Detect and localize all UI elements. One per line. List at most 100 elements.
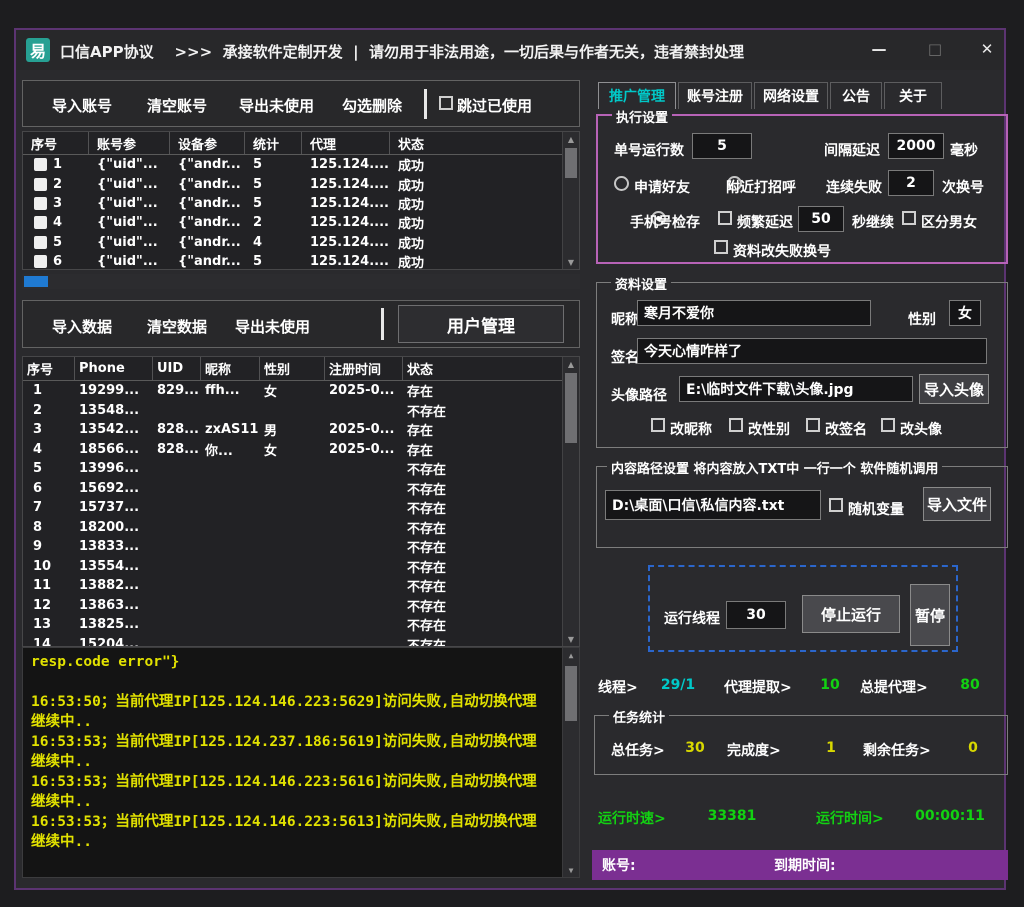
scroll-up-icon[interactable]: ▲ <box>563 132 579 146</box>
tab-notice[interactable]: 公告 <box>830 82 882 109</box>
table-row[interactable]: 9 13833... 不存在 <box>23 537 563 557</box>
interval-input[interactable]: 2000 <box>888 133 944 159</box>
license-expire-label: 到期时间: <box>774 855 836 875</box>
scroll-thumb[interactable] <box>565 148 577 178</box>
table-row[interactable]: 6 15692... 不存在 <box>23 479 563 499</box>
tab-promotion[interactable]: 推广管理 <box>598 82 676 109</box>
profile-fail-checkbox[interactable] <box>714 240 728 254</box>
fail-input[interactable]: 2 <box>888 170 934 196</box>
scroll-up-icon[interactable]: ▲ <box>563 648 579 662</box>
content-path-group: 内容路径设置 将内容放入TXT中 一行一个 软件随机调用 D:\桌面\口信\私信… <box>596 466 1008 548</box>
user-management-button[interactable]: 用户管理 <box>398 305 564 343</box>
row-checkbox[interactable] <box>34 216 47 229</box>
close-button[interactable]: ✕ <box>974 36 1000 62</box>
tab-about[interactable]: 关于 <box>884 82 942 109</box>
skip-used-checkbox[interactable] <box>439 96 453 110</box>
users-scrollbar[interactable]: ▲ ▼ <box>562 357 579 646</box>
scroll-up-icon[interactable]: ▲ <box>563 357 579 371</box>
clear-data-button[interactable]: 清空数据 <box>147 316 207 337</box>
col-uid: UID <box>153 357 201 380</box>
accounts-scrollbar[interactable]: ▲ ▼ <box>562 132 579 269</box>
table-row[interactable]: 8 18200... 不存在 <box>23 518 563 538</box>
export-unused-accounts-button[interactable]: 导出未使用 <box>239 95 314 116</box>
table-row[interactable]: 14 15204... 不存在 <box>23 635 563 648</box>
table-row[interactable]: 1 {"uid"... {"andr... 5 125.124.... 成功 <box>23 155 563 174</box>
table-row[interactable]: 12 13863... 不存在 <box>23 596 563 616</box>
log-output[interactable]: resp.code error"}16:53:50；当前代理IP[125.124… <box>22 647 580 878</box>
run-time-value: 00:00:11 <box>914 808 986 824</box>
total-task-value: 30 <box>675 740 715 756</box>
table-row[interactable]: 5 {"uid"... {"andr... 4 125.124.... 成功 <box>23 233 563 252</box>
single-run-input[interactable]: 5 <box>692 133 752 159</box>
log-line: 继续中.. <box>31 792 559 812</box>
gender-input[interactable]: 女 <box>949 300 981 326</box>
skip-used-label: 跳过已使用 <box>457 95 532 116</box>
thread-count-input[interactable]: 30 <box>726 601 786 629</box>
change-gender-checkbox[interactable] <box>729 418 743 432</box>
random-var-checkbox[interactable] <box>829 498 843 512</box>
table-row[interactable]: 3 {"uid"... {"andr... 5 125.124.... 成功 <box>23 194 563 213</box>
table-row[interactable]: 2 {"uid"... {"andr... 5 125.124.... 成功 <box>23 174 563 193</box>
row-checkbox[interactable] <box>34 178 47 191</box>
scroll-down-icon[interactable]: ▼ <box>563 255 579 269</box>
row-checkbox[interactable] <box>34 255 47 268</box>
table-row[interactable]: 5 13996... 不存在 <box>23 459 563 479</box>
table-row[interactable]: 13 13825... 不存在 <box>23 615 563 635</box>
row-checkbox[interactable] <box>34 236 47 249</box>
table-row[interactable]: 4 {"uid"... {"andr... 2 125.124.... 成功 <box>23 213 563 232</box>
interval-label: 间隔延迟 <box>824 140 880 160</box>
content-path-input[interactable]: D:\桌面\口信\私信内容.txt <box>605 490 821 520</box>
gender-split-checkbox[interactable] <box>902 211 916 225</box>
scroll-thumb[interactable] <box>565 666 577 721</box>
stop-run-button[interactable]: 停止运行 <box>802 595 900 633</box>
clear-accounts-button[interactable]: 清空账号 <box>147 95 207 116</box>
import-accounts-button[interactable]: 导入账号 <box>52 95 112 116</box>
apply-friend-radio[interactable] <box>614 176 629 191</box>
import-file-button[interactable]: 导入文件 <box>923 487 991 521</box>
hscroll-thumb[interactable] <box>24 276 48 287</box>
table-row[interactable]: 10 13554... 不存在 <box>23 557 563 577</box>
accounts-hscrollbar[interactable] <box>22 274 580 289</box>
import-avatar-button[interactable]: 导入头像 <box>919 374 989 404</box>
signature-input[interactable]: 今天心情咋样了 <box>637 338 987 364</box>
pause-button[interactable]: 暂停 <box>910 584 950 646</box>
maximize-button[interactable]: □ <box>922 36 948 62</box>
change-sign-checkbox[interactable] <box>806 418 820 432</box>
export-unused-data-button[interactable]: 导出未使用 <box>235 316 310 337</box>
col-device: 设备参 <box>170 132 245 154</box>
freq-delay-label: 频繁延迟 <box>737 212 793 232</box>
change-avatar-checkbox[interactable] <box>881 418 895 432</box>
table-row[interactable]: 7 15737... 不存在 <box>23 498 563 518</box>
scroll-down-icon[interactable]: ▼ <box>563 863 579 877</box>
row-checkbox[interactable] <box>34 158 47 171</box>
table-row[interactable]: 11 13882... 不存在 <box>23 576 563 596</box>
table-row[interactable]: 1 19299... 829... ffh... 女 2025-0... 存在 <box>23 381 563 401</box>
import-data-button[interactable]: 导入数据 <box>52 316 112 337</box>
nickname-input[interactable]: 寒月不爱你 <box>637 300 871 326</box>
license-bar: 账号: 到期时间: <box>592 850 1008 880</box>
scroll-down-icon[interactable]: ▼ <box>563 632 579 646</box>
row-checkbox[interactable] <box>34 197 47 210</box>
exec-settings-legend: 执行设置 <box>612 107 672 126</box>
table-row[interactable]: 3 13542... 828... zxAS11 男 2025-0... 存在 <box>23 420 563 440</box>
app-window: 易 口信APP协议 >>> 承接软件定制开发 | 请勿用于非法用途，一切后果与作… <box>14 28 1006 890</box>
toolbar-divider <box>381 308 384 340</box>
title-bar[interactable]: 易 口信APP协议 >>> 承接软件定制开发 | 请勿用于非法用途，一切后果与作… <box>16 30 1004 70</box>
freq-delay-input[interactable]: 50 <box>798 206 844 232</box>
log-line: 16:53:53；当前代理IP[125.124.237.186:5619]访问失… <box>31 732 559 752</box>
fail-unit-label: 次换号 <box>942 177 984 197</box>
scroll-thumb[interactable] <box>565 373 577 443</box>
table-row[interactable]: 6 {"uid"... {"andr... 5 125.124.... 成功 <box>23 252 563 270</box>
tab-register[interactable]: 账号注册 <box>678 82 752 109</box>
freq-delay-checkbox[interactable] <box>718 211 732 225</box>
table-row[interactable]: 4 18566... 828... 你... 女 2025-0... 存在 <box>23 440 563 460</box>
avatar-path-input[interactable]: E:\临时文件下载\头像.jpg <box>679 376 913 402</box>
minimize-button[interactable]: — <box>866 36 892 62</box>
col-proxy: 代理 <box>302 132 390 154</box>
table-row[interactable]: 2 13548... 不存在 <box>23 401 563 421</box>
delete-checked-button[interactable]: 勾选删除 <box>342 95 402 116</box>
log-scrollbar[interactable]: ▲ ▼ <box>562 648 579 877</box>
tab-network[interactable]: 网络设置 <box>754 82 828 109</box>
change-nick-checkbox[interactable] <box>651 418 665 432</box>
interval-unit-label: 毫秒 <box>950 140 978 160</box>
